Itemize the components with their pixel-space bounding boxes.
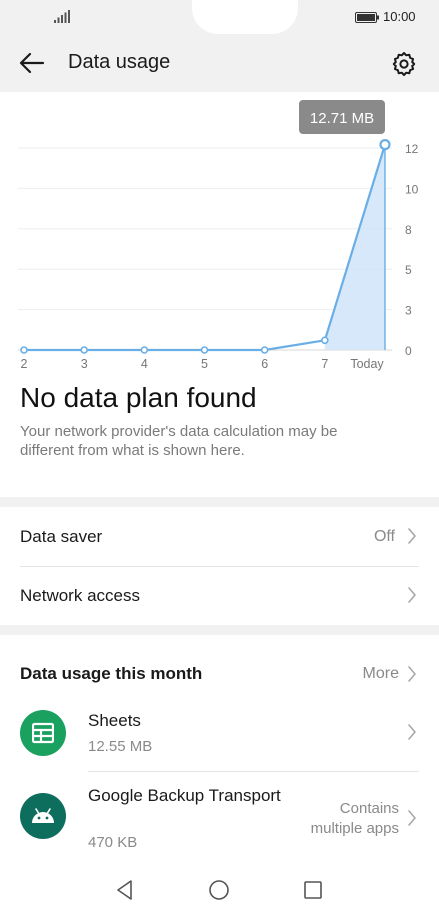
section-title: Data usage this month <box>20 664 203 683</box>
nav-back-icon[interactable] <box>113 878 137 902</box>
status-bar: 10:00 <box>0 0 439 34</box>
app-name: Google Backup Transport <box>88 786 281 805</box>
nav-recents-icon[interactable] <box>301 878 325 902</box>
tooltip-label: 12.71 MB <box>310 110 374 127</box>
x-tick-label: 3 <box>81 357 88 371</box>
back-button[interactable] <box>16 48 48 78</box>
chevron-right-icon <box>408 587 416 603</box>
data-saver-value: Off <box>373 528 395 545</box>
x-tick-label: 6 <box>261 357 268 371</box>
battery-icon <box>355 12 379 23</box>
usage-chart: 0 3 5 8 10 12 2 3 4 5 6 7 Today 12.71 MB <box>18 100 419 371</box>
app-size: 12.55 MB <box>88 738 153 755</box>
y-tick-label: 12 <box>405 142 419 156</box>
app-name: Sheets <box>88 711 141 730</box>
data-point <box>260 346 269 354</box>
network-access-row[interactable]: Network access <box>0 566 439 625</box>
data-point <box>321 336 329 345</box>
data-saver-label: Data saver <box>20 527 103 546</box>
chevron-right-icon <box>408 724 416 740</box>
app-row-sheets[interactable]: Sheets 12.55 MB <box>0 705 439 771</box>
data-settings-card: Data saver Off Network access <box>0 507 439 625</box>
chevron-right-icon <box>408 666 416 682</box>
data-saver-row[interactable]: Data saver Off <box>0 507 439 566</box>
settings-button[interactable] <box>388 48 420 80</box>
data-point <box>20 346 28 354</box>
y-tick-label: 10 <box>405 182 419 196</box>
data-point <box>200 346 209 354</box>
monthly-usage-card: Data usage this month More Sheets 12.55 … <box>0 635 439 863</box>
y-tick-label: 3 <box>405 304 412 318</box>
camera-notch <box>192 0 298 34</box>
x-tick-label: 7 <box>321 357 328 371</box>
no-plan-title: No data plan found <box>20 382 257 413</box>
usage-chart-card: 0 3 5 8 10 12 2 3 4 5 6 7 Today 12.71 MB No data pl… <box>0 92 439 497</box>
sheets-icon <box>20 710 66 756</box>
status-time: 10:00 <box>383 9 416 24</box>
android-icon <box>20 793 66 839</box>
y-tick-label: 5 <box>405 263 412 277</box>
data-point <box>80 346 88 354</box>
gear-icon <box>392 52 416 76</box>
navigation-bar <box>0 863 439 914</box>
y-tick-label: 8 <box>405 223 412 237</box>
app-bar: Data usage <box>0 34 439 92</box>
data-point <box>140 346 149 354</box>
chevron-right-icon <box>408 528 416 544</box>
app-row-google-backup-transport[interactable]: Google Backup Transport 470 KB Contains … <box>0 783 439 863</box>
no-plan-description: Your network provider's data calculation… <box>20 423 338 459</box>
data-point <box>379 139 391 151</box>
signal-icon <box>54 10 70 23</box>
y-tick-label: 0 <box>405 344 412 358</box>
x-tick-label: 2 <box>21 357 28 371</box>
back-arrow-icon <box>19 52 45 74</box>
app-note: Contains multiple apps <box>310 800 399 837</box>
series-line <box>24 144 387 352</box>
page-title: Data usage <box>68 51 171 73</box>
chevron-right-icon <box>408 810 416 826</box>
nav-home-icon[interactable] <box>207 878 231 902</box>
network-access-label: Network access <box>20 586 140 605</box>
app-size: 470 KB <box>88 834 138 851</box>
divider <box>88 771 419 772</box>
x-tick-label: Today <box>350 357 384 371</box>
x-tick-label: 4 <box>141 357 148 371</box>
more-link[interactable]: More <box>363 665 399 683</box>
x-tick-label: 5 <box>201 357 208 371</box>
